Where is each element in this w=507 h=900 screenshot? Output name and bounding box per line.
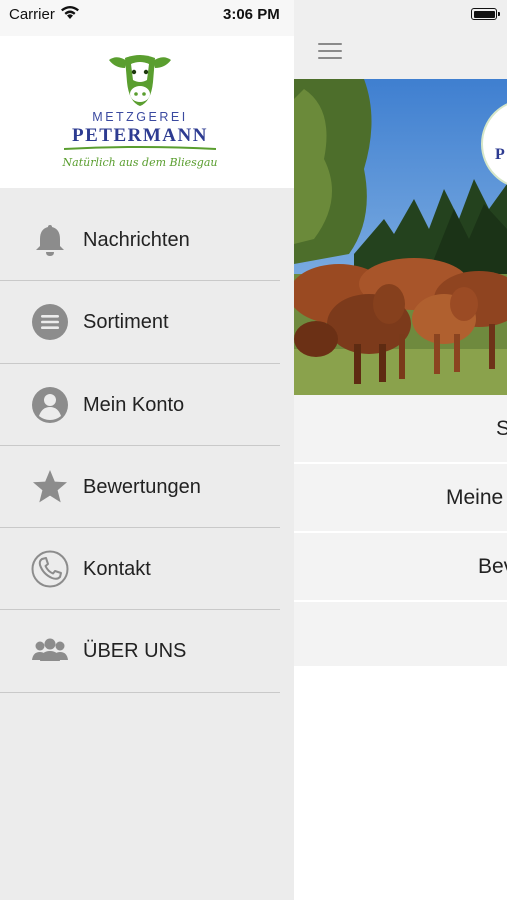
drawer-item-kontakt[interactable]: Kontakt: [0, 528, 280, 611]
status-bar: Carrier 3:06 PM: [0, 0, 294, 36]
drawer-item-label: Kontakt: [83, 558, 151, 581]
main-row-label: S: [496, 417, 507, 441]
group-icon: [32, 638, 68, 662]
drawer-item-label: ÜBER UNS: [83, 640, 187, 663]
logo-text-petermann: PETERMANN: [72, 125, 208, 146]
drawer-item-nachrichten[interactable]: Nachrichten: [0, 199, 280, 282]
main-row-bewertungen[interactable]: Bev: [294, 533, 507, 602]
drawer-item-bewertungen[interactable]: Bewertungen: [0, 446, 280, 529]
main-menu-list: S Meine Bev: [294, 395, 507, 668]
drawer-item-label: Nachrichten: [83, 229, 190, 251]
wifi-icon: [61, 6, 79, 19]
drawer-item-sortiment[interactable]: Sortiment: [0, 281, 280, 364]
carrier-label: Carrier: [9, 6, 55, 23]
drawer-item-label: Sortiment: [83, 311, 169, 334]
drawer-item-label: Bewertungen: [83, 475, 201, 498]
main-row-empty: [294, 602, 507, 668]
brand-logo: METZGEREI PETERMANN Natürlich aus dem Bl…: [0, 36, 294, 188]
side-drawer: Carrier 3:06 PM METZGEREI PETERMANN Natü…: [0, 0, 294, 900]
logo-tagline: Natürlich aus dem Bliesgau: [62, 156, 218, 169]
drawer-menu: Nachrichten Sortiment Mein Konto Bewertu…: [0, 199, 280, 693]
bell-icon: [36, 225, 64, 256]
list-circle-icon: [32, 304, 68, 341]
drawer-item-ueber-uns[interactable]: ÜBER UNS: [0, 610, 280, 693]
status-time: 3:06 PM: [223, 6, 280, 23]
drawer-item-label: Mein Konto: [83, 393, 185, 416]
logo-text-metzgerei: METZGEREI: [92, 110, 188, 124]
main-nav-bar: [294, 0, 507, 79]
main-row-label: Bev: [478, 555, 507, 578]
user-circle-icon: [32, 386, 68, 423]
main-row-mein-konto[interactable]: Meine: [294, 464, 507, 533]
svg-text:P: P: [495, 146, 505, 163]
hamburger-menu-icon[interactable]: [318, 43, 342, 61]
main-content: P S Meine Bev: [294, 0, 507, 900]
battery-icon: [471, 8, 500, 20]
phone-icon: [31, 550, 69, 588]
drawer-item-mein-konto[interactable]: Mein Konto: [0, 364, 280, 446]
cow-logo-icon: [109, 55, 171, 106]
main-row-sortiment[interactable]: S: [294, 395, 507, 464]
main-row-label: Meine: [446, 486, 504, 509]
logo-divider: [64, 146, 216, 150]
hero-image-cattle: P: [294, 79, 507, 395]
star-icon: [33, 469, 67, 503]
